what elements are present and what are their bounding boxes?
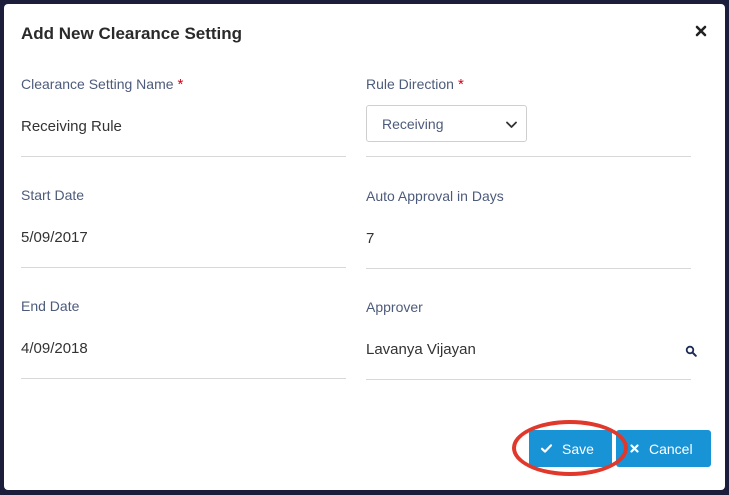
auto-approval-days-field[interactable]: Auto Approval in Days 7 bbox=[366, 188, 691, 269]
cancel-label: Cancel bbox=[649, 441, 693, 457]
save-label: Save bbox=[562, 441, 594, 457]
save-button[interactable]: Save bbox=[529, 430, 612, 467]
check-icon bbox=[540, 444, 553, 453]
cancel-button[interactable]: Cancel bbox=[616, 430, 711, 467]
start-date-value[interactable]: 5/09/2017 bbox=[21, 229, 88, 246]
close-icon[interactable] bbox=[693, 23, 709, 39]
approver-field[interactable]: Approver Lavanya Vijayan bbox=[366, 299, 697, 380]
start-date-field[interactable]: Start Date 5/09/2017 bbox=[21, 187, 346, 268]
approver-label: Approver bbox=[366, 299, 423, 315]
search-icon[interactable] bbox=[685, 345, 697, 357]
approver-value[interactable]: Lavanya Vijayan bbox=[366, 341, 476, 358]
clearance-setting-name-value[interactable]: Receiving Rule bbox=[21, 118, 122, 135]
chevron-down-icon bbox=[506, 121, 517, 128]
end-date-value[interactable]: 4/09/2018 bbox=[21, 340, 88, 357]
end-date-field[interactable]: End Date 4/09/2018 bbox=[21, 298, 346, 379]
required-mark: * bbox=[177, 76, 184, 93]
start-date-label: Start Date bbox=[21, 187, 85, 203]
rule-direction-field: Rule Direction * Receiving bbox=[366, 76, 691, 157]
rule-direction-selected: Receiving bbox=[382, 116, 444, 132]
auto-approval-days-label: Auto Approval in Days bbox=[366, 188, 504, 204]
auto-approval-days-value[interactable]: 7 bbox=[366, 230, 374, 247]
clearance-setting-name-field[interactable]: Clearance Setting Name * Receiving Rule bbox=[21, 76, 346, 157]
modal-title: Add New Clearance Setting bbox=[21, 24, 243, 43]
required-mark: * bbox=[457, 76, 464, 93]
end-date-label: End Date bbox=[21, 298, 80, 314]
rule-direction-label: Rule Direction * bbox=[366, 76, 464, 93]
clearance-setting-name-label: Clearance Setting Name * bbox=[21, 76, 184, 93]
rule-direction-select[interactable]: Receiving bbox=[366, 105, 527, 142]
add-clearance-setting-modal: Add New Clearance Setting Clearance Sett… bbox=[4, 4, 725, 490]
x-icon bbox=[630, 444, 639, 453]
